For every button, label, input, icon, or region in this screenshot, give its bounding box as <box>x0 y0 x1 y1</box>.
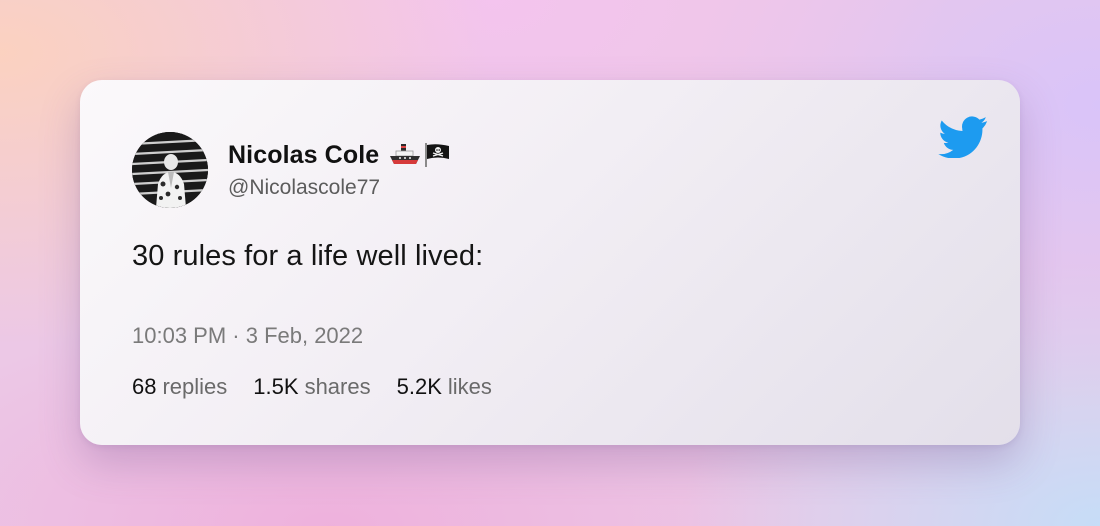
author-name[interactable]: Nicolas Cole <box>228 141 379 170</box>
likes-label: likes <box>447 374 492 399</box>
author-name-row: Nicolas Cole <box>228 140 451 170</box>
tweet-card: Nicolas Cole @Nicolascole77 30 rules for… <box>80 80 1020 445</box>
tweet-stats: 68 replies 1.5K shares 5.2K likes <box>132 374 518 400</box>
likes-count: 5.2K <box>396 374 442 399</box>
ship-emoji-icon <box>390 144 421 164</box>
shares-count: 1.5K <box>253 374 299 399</box>
shares-label: shares <box>304 374 371 399</box>
likes-stat[interactable]: 5.2K likes <box>397 374 492 400</box>
tweet-timestamp[interactable]: 10:03 PM · 3 Feb, 2022 <box>132 323 363 349</box>
twitter-bird-icon[interactable] <box>938 116 988 158</box>
tweet-text: 30 rules for a life well lived: <box>132 240 484 272</box>
replies-label: replies <box>162 374 228 399</box>
avatar[interactable] <box>132 132 208 208</box>
pirate-flag-emoji-icon <box>425 143 450 167</box>
avatar-image <box>132 132 208 208</box>
author-handle[interactable]: @Nicolascole77 <box>228 176 380 200</box>
author-emojis <box>389 142 451 168</box>
shares-stat[interactable]: 1.5K shares <box>253 374 370 400</box>
replies-count: 68 <box>132 374 157 399</box>
replies-stat[interactable]: 68 replies <box>132 374 227 400</box>
